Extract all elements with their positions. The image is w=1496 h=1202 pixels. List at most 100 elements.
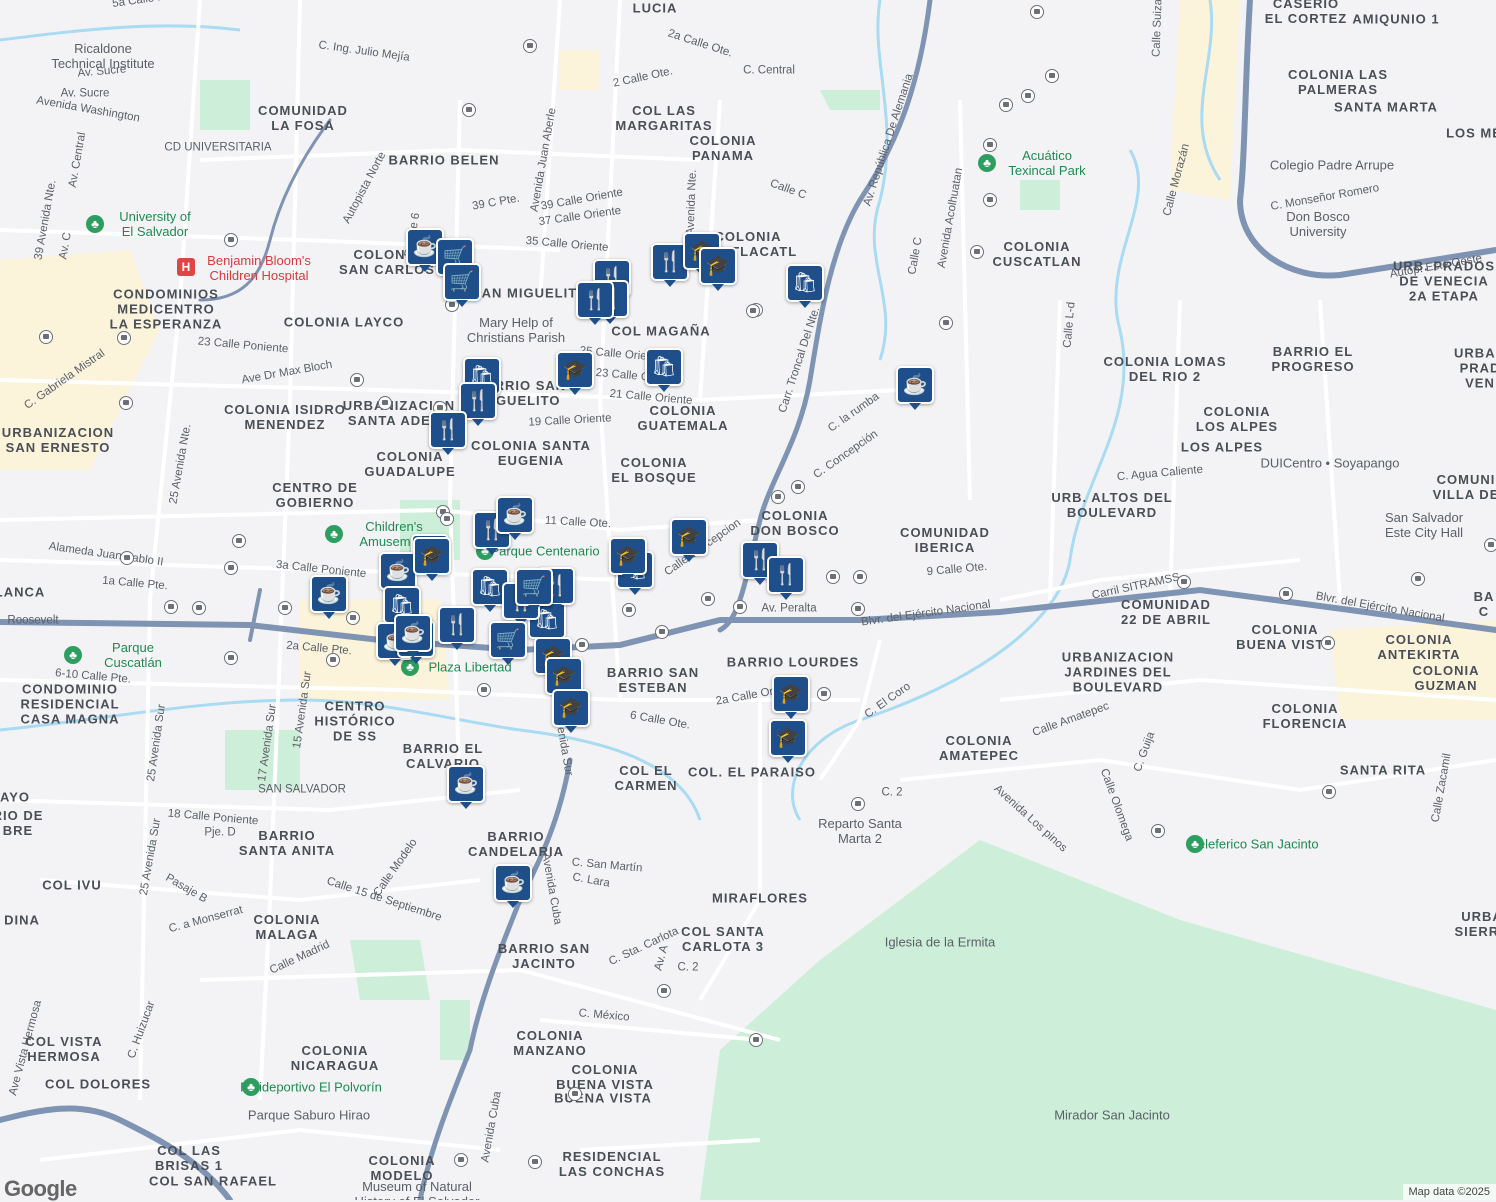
bus-stop-icon[interactable] — [117, 331, 131, 345]
shopping-cart-icon[interactable]: 🛒 — [443, 263, 481, 301]
bus-stop-icon[interactable] — [1411, 572, 1425, 586]
restaurant-icon[interactable]: 🍴 — [576, 281, 614, 319]
bus-stop-icon[interactable] — [192, 601, 206, 615]
bus-stop-icon[interactable] — [568, 1087, 582, 1101]
park-marker-icon[interactable]: ♣ — [86, 215, 104, 233]
school-icon[interactable]: 🎓 — [552, 689, 590, 727]
bus-stop-icon[interactable] — [462, 103, 476, 117]
poi-label[interactable]: Mirador San Jacinto — [1054, 1108, 1170, 1123]
restaurant-icon[interactable]: 🍴 — [438, 606, 476, 644]
bus-stop-icon[interactable] — [378, 396, 392, 410]
bus-stop-icon[interactable] — [983, 138, 997, 152]
coffee-icon[interactable]: ☕ — [896, 366, 934, 404]
bus-stop-icon[interactable] — [1484, 538, 1496, 552]
bus-stop-icon[interactable] — [983, 193, 997, 207]
bus-stop-icon[interactable] — [120, 551, 134, 565]
bus-stop-icon[interactable] — [1021, 89, 1035, 103]
bus-stop-icon[interactable] — [999, 98, 1013, 112]
bus-stop-icon[interactable] — [523, 39, 537, 53]
bus-stop-icon[interactable] — [939, 316, 953, 330]
poi-label[interactable]: Ricaldone Technical Institute — [51, 41, 154, 71]
shopping-bag-icon[interactable]: 🛍 — [786, 264, 824, 302]
coffee-icon[interactable]: ☕ — [394, 614, 432, 652]
bus-stop-icon[interactable] — [1151, 824, 1165, 838]
park-label[interactable]: Teleferico San Jacinto — [1191, 837, 1318, 852]
bus-stop-icon[interactable] — [326, 653, 340, 667]
park-label[interactable]: Plaza Libertad — [428, 660, 511, 675]
bus-stop-icon[interactable] — [657, 984, 671, 998]
poi-label[interactable]: Iglesia de la Ermita — [885, 935, 996, 950]
poi-label[interactable]: Mary Help of Christians Parish — [467, 315, 565, 345]
shopping-cart-icon[interactable]: 🛒 — [515, 568, 553, 606]
shopping-cart-icon[interactable]: 🛒 — [489, 621, 527, 659]
restaurant-icon[interactable]: 🍴 — [429, 411, 467, 449]
park-marker-icon[interactable]: ♣ — [64, 646, 82, 664]
bus-stop-icon[interactable] — [817, 687, 831, 701]
hospital-label[interactable]: Benjamin Bloom's Children Hospital — [207, 253, 311, 283]
school-icon[interactable]: 🎓 — [769, 719, 807, 757]
bus-stop-icon[interactable] — [749, 1033, 763, 1047]
park-label[interactable]: Acuático Texincal Park — [1008, 148, 1085, 178]
bus-stop-icon[interactable] — [224, 233, 238, 247]
poi-label[interactable]: Museum of Natural History of El Salvador — [355, 1179, 480, 1200]
park-label[interactable]: University of El Salvador — [119, 209, 191, 239]
park-marker-icon[interactable]: ♣ — [242, 1078, 260, 1096]
bus-stop-icon[interactable] — [346, 611, 360, 625]
shopping-bag-icon[interactable]: 🛍 — [645, 348, 683, 386]
coffee-icon[interactable]: ☕ — [447, 765, 485, 803]
bus-stop-icon[interactable] — [224, 561, 238, 575]
bus-stop-icon[interactable] — [528, 1155, 542, 1169]
bus-stop-icon[interactable] — [1045, 69, 1059, 83]
park-marker-icon[interactable]: ♣ — [1186, 835, 1204, 853]
bus-stop-icon[interactable] — [39, 330, 53, 344]
bus-stop-icon[interactable] — [746, 304, 760, 318]
coffee-icon[interactable]: ☕ — [494, 864, 532, 902]
bus-stop-icon[interactable] — [454, 1153, 468, 1167]
bus-stop-icon[interactable] — [1030, 5, 1044, 19]
bus-stop-icon[interactable] — [350, 373, 364, 387]
park-marker-icon[interactable]: ♣ — [978, 154, 996, 172]
coffee-icon[interactable]: ☕ — [496, 496, 534, 534]
bus-stop-icon[interactable] — [851, 797, 865, 811]
school-icon[interactable]: 🎓 — [609, 537, 647, 575]
bus-stop-icon[interactable] — [119, 396, 133, 410]
poi-label[interactable]: DUICentro • Soyapango — [1261, 456, 1400, 471]
park-marker-icon[interactable]: ♣ — [325, 525, 343, 543]
bus-stop-icon[interactable] — [164, 600, 178, 614]
hospital-icon[interactable]: H — [177, 258, 195, 276]
school-icon[interactable]: 🎓 — [413, 537, 451, 575]
park-label[interactable]: Polideportivo El Polvorín — [240, 1080, 382, 1095]
bus-stop-icon[interactable] — [771, 490, 785, 504]
bus-stop-icon[interactable] — [622, 603, 636, 617]
bus-stop-icon[interactable] — [1321, 636, 1335, 650]
bus-stop-icon[interactable] — [853, 570, 867, 584]
bus-stop-icon[interactable] — [851, 602, 865, 616]
coffee-icon[interactable]: ☕ — [310, 575, 348, 613]
poi-label[interactable]: Colegio Padre Arrupe — [1270, 158, 1394, 173]
school-icon[interactable]: 🎓 — [772, 675, 810, 713]
poi-label[interactable]: Parque Saburo Hirao — [248, 1108, 370, 1123]
bus-stop-icon[interactable] — [1177, 575, 1191, 589]
bus-stop-icon[interactable] — [232, 534, 246, 548]
bus-stop-icon[interactable] — [970, 245, 984, 259]
bus-stop-icon[interactable] — [826, 570, 840, 584]
school-icon[interactable]: 🎓 — [556, 351, 594, 389]
bus-stop-icon[interactable] — [1279, 587, 1293, 601]
restaurant-icon[interactable]: 🍴 — [767, 556, 805, 594]
bus-stop-icon[interactable] — [278, 601, 292, 615]
school-icon[interactable]: 🎓 — [699, 247, 737, 285]
poi-label[interactable]: Don Bosco University — [1286, 209, 1350, 239]
bus-stop-icon[interactable] — [224, 651, 238, 665]
map-canvas[interactable]: LUCIACASERIO EL CORTEZAMIQUNIO 1COLONIA … — [0, 0, 1496, 1200]
bus-stop-icon[interactable] — [655, 625, 669, 639]
poi-label[interactable]: San Salvador Este City Hall — [1385, 510, 1463, 540]
bus-stop-icon[interactable] — [701, 592, 715, 606]
bus-stop-icon[interactable] — [733, 600, 747, 614]
bus-stop-icon[interactable] — [575, 638, 589, 652]
poi-label[interactable]: Reparto Santa Marta 2 — [818, 816, 902, 846]
bus-stop-icon[interactable] — [477, 683, 491, 697]
coffee-icon[interactable]: ☕ — [379, 552, 417, 590]
bus-stop-icon[interactable] — [440, 512, 454, 526]
bus-stop-icon[interactable] — [791, 480, 805, 494]
bus-stop-icon[interactable] — [1322, 785, 1336, 799]
